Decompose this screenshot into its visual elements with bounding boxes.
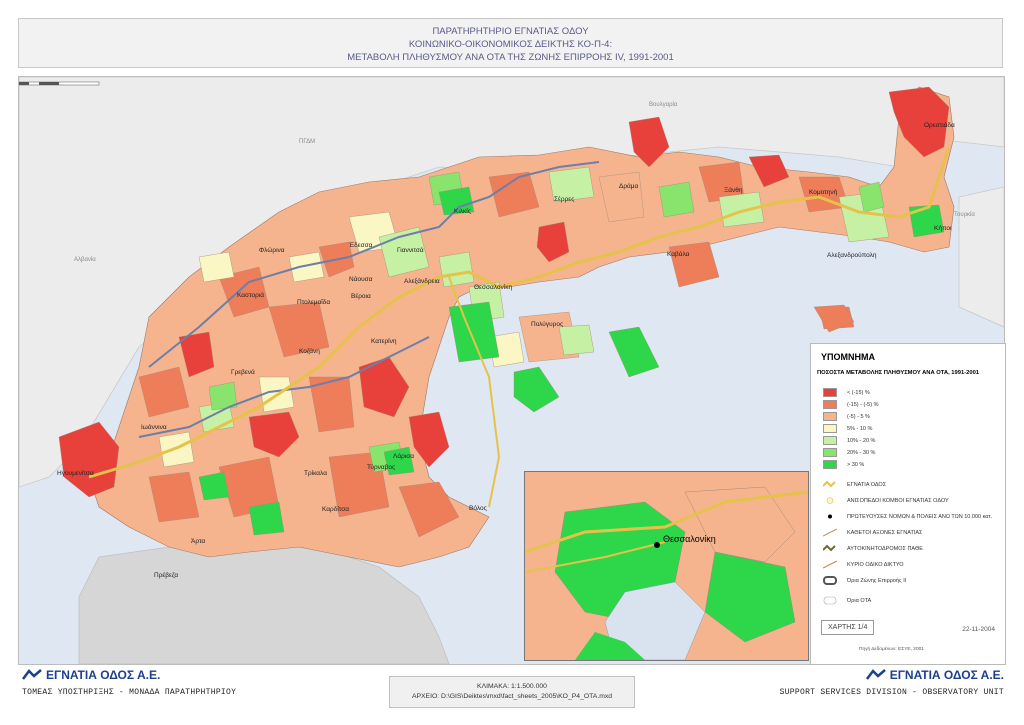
- egnatia-logo-icon: [22, 669, 42, 680]
- city-label: Καστοριά: [237, 292, 265, 299]
- legend-class-row: < (-15) %: [823, 388, 870, 397]
- legend-swatch: [823, 460, 837, 469]
- map-title-box: ΠΑΡΑΤΗΡΗΤΗΡΙΟ ΕΓΝΑΤΙΑΣ ΟΔΟΥ ΚΟΙΝΩΝΙΚΟ-ΟΙ…: [18, 18, 1003, 68]
- city-label: Κομοτηνή: [809, 189, 838, 196]
- legend-subtitle: ΠΟΣΟΣΤΑ ΜΕΤΑΒΟΛΗΣ ΠΛΗΘΥΣΜΟΥ ΑΝΑ ΟΤΑ, 199…: [817, 370, 980, 376]
- egnatia-line-icon: [823, 480, 836, 488]
- city-label: Λάρισα: [393, 453, 415, 460]
- country-label-turkey: Τουρκία: [954, 212, 975, 218]
- city-label: Κήποι: [934, 225, 952, 232]
- title-line-2: ΚΟΙΝΩΝΙΚΟ-ΟΙΚΟΝΟΜΙΚΟΣ ΔΕΙΚΤΗΣ ΚΟ-Π-4:: [408, 39, 613, 50]
- legend-symbol-row: ΠΡΩΤΕΥΟΥΣΕΣ ΝΟΜΩΝ & ΠΟΛΕΙΣ ΑΝΩ ΤΩΝ 10.00…: [823, 512, 992, 521]
- inset-map-svg: [525, 472, 808, 660]
- city-label: Κατερίνη: [371, 338, 397, 345]
- vertical-axes-icon: [823, 528, 837, 537]
- title-line-3: ΜΕΤΑΒΟΛΗ ΠΛΗΘΥΣΜΟΥ ΑΝΑ ΟΤΑ ΤΗΣ ΖΩΝΗΣ ΕΠΙ…: [347, 52, 674, 63]
- city-label: Γιαννιτσά: [397, 247, 424, 254]
- city-label: Κοζάνη: [299, 348, 320, 355]
- city-label: Σέρρες: [554, 196, 575, 203]
- city-label: Ηγουμενίτσα: [57, 470, 94, 477]
- footer-tagline-left: ΤΟΜΕΑΣ ΥΠΟΣΤΗΡΙΞΗΣ - ΜΟΝΑΔΑ ΠΑΡΑΤΗΡΗΤΗΡΙ…: [22, 688, 237, 697]
- legend-class-row: 20% - 30 %: [823, 448, 875, 457]
- legend-title: ΥΠΟΜΝΗΜΑ: [821, 352, 875, 362]
- scale-file-box: ΚΛΙΜΑΚΑ: 1:1.500.000 ΑΡΧΕΙΟ: D:\GIS\Deik…: [389, 676, 635, 708]
- city-label: Φλώρινα: [259, 247, 285, 254]
- city-label: Πρέβεζα: [154, 572, 179, 579]
- footer-tagline-right: SUPPORT SERVICES DIVISION - OBSERVATORY …: [779, 688, 1004, 697]
- legend-symbol-row: ΚΥΡΙΟ ΟΔΙΚΟ ΔΙΚΤΥΟ: [823, 560, 904, 569]
- legend-symbol-row: ΑΝΙΣΟΠΕΔΟΙ ΚΟΜΒΟΙ ΕΓΝΑΤΙΑΣ ΟΔΟΥ: [823, 496, 949, 505]
- title-line-1: ΠΑΡΑΤΗΡΗΤΗΡΙΟ ΕΓΝΑΤΙΑΣ ΟΔΟΥ: [432, 26, 589, 37]
- legend-swatch: [823, 448, 837, 457]
- legend-symbol-row: ΑΥΤΟΚΙΝΗΤΟΔΡΟΜΟΣ ΠΑΘΕ: [823, 544, 923, 553]
- scale-bar: [19, 81, 100, 86]
- city-label: Κιλκίς: [454, 208, 471, 215]
- legend-class-row: (-15) - (-5) %: [823, 400, 878, 409]
- file-path: ΑΡΧΕΙΟ: D:\GIS\Deiktes\mxd\fact_sheets_2…: [411, 693, 613, 700]
- legend-class-row: (-5) - 5 %: [823, 412, 870, 421]
- egnatia-logo-right: ΕΓΝΑΤΙΑ ΟΔΟΣ Α.Ε.: [780, 668, 1004, 682]
- legend-panel: ΥΠΟΜΝΗΜΑ ΠΟΣΟΣΤΑ ΜΕΤΑΒΟΛΗΣ ΠΛΗΘΥΣΜΟΥ ΑΝΑ…: [810, 343, 1006, 665]
- city-label: Θεσσαλονίκη: [474, 284, 513, 291]
- legend-swatch: [823, 436, 837, 445]
- city-label: Ιωάννινα: [141, 424, 167, 431]
- footer-left: ΕΓΝΑΤΙΑ ΟΔΟΣ Α.Ε. ΤΟΜΕΑΣ ΥΠΟΣΤΗΡΙΞΗΣ - Μ…: [22, 668, 236, 697]
- city-label: Ορεστιάδα: [924, 122, 955, 129]
- egnatia-logo-icon: [865, 669, 886, 680]
- city-dot-icon: [828, 514, 832, 519]
- pathe-motorway-icon: [823, 544, 836, 552]
- city-label: Τρίκαλα: [304, 470, 327, 477]
- city-label: Αλεξάνδρεια: [404, 278, 440, 285]
- municipality-boundary-icon: [823, 596, 837, 605]
- city-label: Γρεβενά: [231, 369, 255, 376]
- inset-map-thessaloniki[interactable]: Θεσσαλονίκη: [524, 471, 809, 661]
- date-label: 22-11-2004: [962, 626, 995, 633]
- legend-symbol-row: Όρια Ζώνης Επιρροής II: [823, 576, 906, 585]
- main-road-icon: [823, 560, 837, 569]
- footer-right: ΕΓΝΑΤΙΑ ΟΔΟΣ Α.Ε. SUPPORT SERVICES DIVIS…: [780, 668, 1004, 697]
- legend-class-row: 5% - 10 %: [823, 424, 872, 433]
- city-label: Καβάλα: [667, 251, 690, 258]
- legend-swatch: [823, 412, 837, 421]
- legend-symbol-row: Όρια ΟΤΑ: [823, 596, 871, 605]
- city-label: Βόλος: [469, 505, 487, 512]
- city-label: Τύρναβος: [367, 464, 396, 471]
- city-label: Ξάνθη: [724, 187, 743, 194]
- city-label: Αλεξανδρούπολη: [827, 252, 877, 259]
- country-label-bulgaria: Bουλγαρία: [649, 102, 678, 108]
- legend-class-row: 10% - 20 %: [823, 436, 875, 445]
- inset-city-label: Θεσσαλονίκη: [663, 534, 716, 544]
- source-label: Πηγή Δεδομένων: ΕΣΥΕ, 2001: [859, 647, 924, 652]
- legend-class-row: > 30 %: [823, 460, 864, 469]
- turkey-land: [958, 186, 1004, 328]
- city-label: Δράμα: [619, 183, 639, 190]
- city-label: Άρτα: [191, 538, 206, 545]
- zone-boundary-icon: [823, 576, 837, 585]
- legend-symbol-row: ΕΓΝΑΤΙΑ ΟΔΟΣ: [823, 480, 886, 489]
- legend-swatch: [823, 388, 837, 397]
- map-number-label: ΧΑΡΤΗΣ 1/4: [821, 620, 875, 635]
- city-label: Νάουσα: [349, 276, 373, 283]
- scale-text: ΚΛΙΜΑΚΑ: 1:1.500.000: [477, 683, 547, 690]
- city-label: Βέροια: [351, 293, 371, 300]
- interchange-icon: [826, 497, 834, 504]
- legend-symbol-row: ΚΑΘΕΤΟΙ ΑΞΟΝΕΣ ΕΓΝΑΤΙΑΣ: [823, 528, 922, 537]
- legend-swatch: [823, 400, 837, 409]
- city-label: Πολύγυρος: [531, 321, 564, 328]
- city-label: Καρδίτσα: [322, 506, 350, 513]
- city-label: Έδεσσα: [349, 242, 373, 249]
- country-label-albania: Αλβανία: [74, 257, 96, 263]
- legend-swatch: [823, 424, 837, 433]
- country-label-fyrom: ΠΓΔΜ: [299, 139, 316, 145]
- egnatia-logo: ΕΓΝΑΤΙΑ ΟΔΟΣ Α.Ε.: [22, 668, 236, 682]
- city-label: Πτολεμαΐδα: [297, 299, 331, 306]
